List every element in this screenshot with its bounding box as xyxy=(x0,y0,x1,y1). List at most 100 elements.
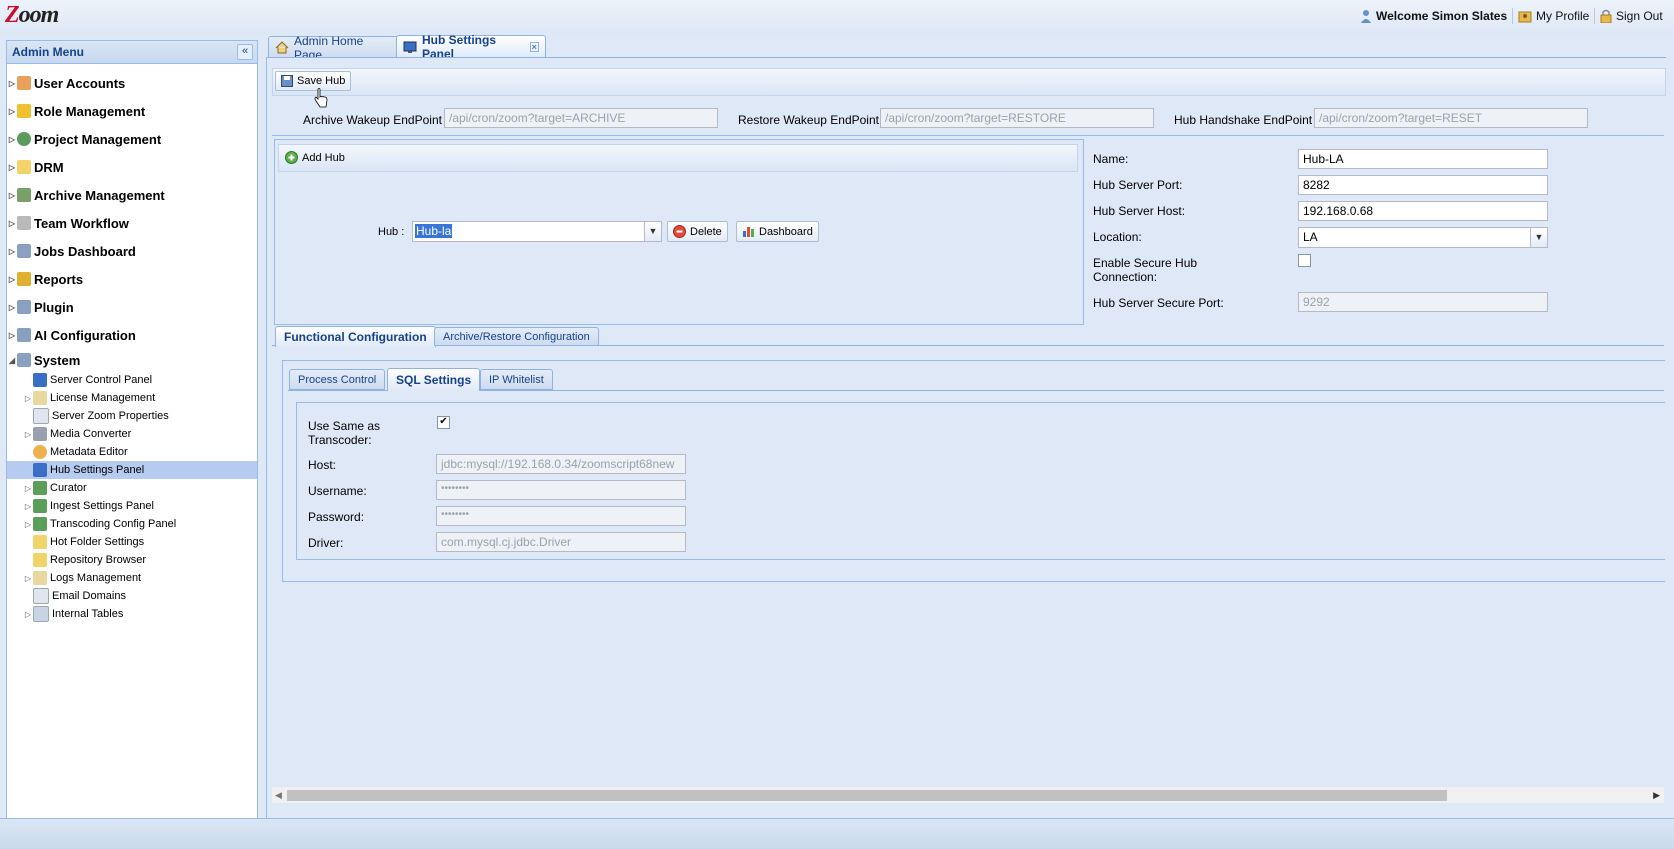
menu-label: Curator xyxy=(50,482,87,494)
tab-hub-settings-panel[interactable]: Hub Settings Panel × xyxy=(396,33,546,61)
expand-arrow-icon[interactable]: ▷ xyxy=(23,430,33,439)
close-icon[interactable]: × xyxy=(529,42,539,52)
tab-functional-configuration[interactable]: Functional Configuration xyxy=(275,326,436,347)
add-icon xyxy=(285,151,298,164)
horizontal-scrollbar[interactable]: ◀ ▶ xyxy=(272,787,1664,803)
pencil-icon xyxy=(33,391,47,405)
hub-host-label: Hub Server Host: xyxy=(1093,204,1186,218)
chevron-down-icon[interactable]: ▼ xyxy=(1530,228,1547,247)
menu-item-archive-management[interactable]: ▷ Archive Management xyxy=(7,181,257,209)
plugin-icon xyxy=(17,300,31,314)
expand-arrow-icon[interactable]: ▷ xyxy=(7,331,17,340)
expand-arrow-icon[interactable]: ▷ xyxy=(7,303,17,312)
secure-port-field[interactable]: 9292 xyxy=(1298,292,1548,312)
menu-item-ai-configuration[interactable]: ▷ AI Configuration xyxy=(7,321,257,349)
menu-item-hot-folder-settings[interactable]: Hot Folder Settings xyxy=(23,533,257,551)
add-hub-label: Add Hub xyxy=(302,151,345,164)
expand-arrow-icon[interactable]: ▷ xyxy=(23,394,33,403)
menu-item-transcoding-config-panel[interactable]: ▷ Transcoding Config Panel xyxy=(23,515,257,533)
sign-out-link[interactable]: Sign Out xyxy=(1600,9,1663,23)
folder-icon xyxy=(33,535,47,549)
sql-password-field[interactable]: •••••••• xyxy=(436,506,686,526)
hub-name-field[interactable]: Hub-LA xyxy=(1298,149,1548,169)
secure-connection-checkbox[interactable] xyxy=(1298,254,1311,267)
collapse-panel-button[interactable]: « xyxy=(237,44,253,60)
scroll-left-icon[interactable]: ◀ xyxy=(275,790,282,801)
document-icon xyxy=(33,588,49,604)
menu-item-server-control-panel[interactable]: Server Control Panel xyxy=(23,371,257,389)
tab-admin-home-page[interactable]: Admin Home Page xyxy=(268,34,400,62)
tab-ip-whitelist[interactable]: IP Whitelist xyxy=(480,369,553,390)
menu-item-internal-tables[interactable]: ▷ Internal Tables xyxy=(23,605,257,623)
globe-icon xyxy=(17,132,31,146)
dashboard-button[interactable]: Dashboard xyxy=(736,221,819,242)
sql-driver-field[interactable]: com.mysql.cj.jdbc.Driver xyxy=(436,532,686,552)
expand-arrow-icon[interactable]: ▷ xyxy=(7,247,17,256)
menu-item-media-converter[interactable]: ▷ Media Converter xyxy=(23,425,257,443)
menu-item-license-management[interactable]: ▷ License Management xyxy=(23,389,257,407)
expand-arrow-icon[interactable]: ▷ xyxy=(23,610,33,619)
hub-port-label: Hub Server Port: xyxy=(1093,178,1183,192)
menu-label: DRM xyxy=(34,159,64,175)
restore-endpoint-field[interactable]: /api/cron/zoom?target=RESTORE xyxy=(880,108,1154,128)
expand-arrow-icon[interactable]: ▷ xyxy=(7,163,17,172)
menu-item-ingest-settings-panel[interactable]: ▷ Ingest Settings Panel xyxy=(23,497,257,515)
expand-arrow-icon[interactable]: ▷ xyxy=(23,502,33,511)
menu-item-project-management[interactable]: ▷ Project Management xyxy=(7,125,257,153)
folder-icon xyxy=(33,553,47,567)
expand-arrow-icon[interactable]: ▷ xyxy=(7,219,17,228)
expand-arrow-icon[interactable]: ▷ xyxy=(7,79,17,88)
tab-sql-settings[interactable]: SQL Settings xyxy=(387,368,481,391)
menu-item-reports[interactable]: ▷ Reports xyxy=(7,265,257,293)
sql-host-field[interactable]: jdbc:mysql://192.168.0.34/zoomscript68ne… xyxy=(436,454,686,474)
delete-hub-button[interactable]: Delete xyxy=(667,221,728,242)
expand-arrow-icon[interactable]: ▷ xyxy=(23,574,33,583)
menu-item-drm[interactable]: ▷ DRM xyxy=(7,153,257,181)
menu-item-logs-management[interactable]: ▷ Logs Management xyxy=(23,569,257,587)
add-hub-button[interactable]: Add Hub xyxy=(285,151,345,164)
expand-arrow-icon[interactable]: ▷ xyxy=(7,135,17,144)
expand-arrow-icon[interactable]: ▷ xyxy=(23,484,33,493)
main-toolbar: Save Hub xyxy=(272,68,1666,96)
menu-label: Server Zoom Properties xyxy=(52,410,169,422)
menu-item-server-zoom-properties[interactable]: Server Zoom Properties xyxy=(23,407,257,425)
use-same-transcoder-checkbox[interactable]: ✔ xyxy=(437,416,450,429)
menu-item-curator[interactable]: ▷ Curator xyxy=(23,479,257,497)
menu-item-role-management[interactable]: ▷ Role Management xyxy=(7,97,257,125)
topnav-divider xyxy=(1594,8,1595,24)
menu-label: User Accounts xyxy=(34,75,126,91)
welcome-text: Welcome Simon Slates xyxy=(1376,9,1508,23)
menu-item-repository-browser[interactable]: Repository Browser xyxy=(23,551,257,569)
menu-label: AI Configuration xyxy=(34,327,136,343)
user-icon xyxy=(17,76,31,90)
my-profile-link[interactable]: My Profile xyxy=(1518,9,1589,23)
expand-arrow-icon[interactable]: ▷ xyxy=(7,107,17,116)
expand-arrow-icon[interactable]: ▷ xyxy=(7,275,17,284)
menu-item-system[interactable]: ◢ System xyxy=(7,349,257,371)
menu-item-plugin[interactable]: ▷ Plugin xyxy=(7,293,257,321)
menu-item-team-workflow[interactable]: ▷ Team Workflow xyxy=(7,209,257,237)
menu-item-jobs-dashboard[interactable]: ▷ Jobs Dashboard xyxy=(7,237,257,265)
scrollbar-thumb[interactable] xyxy=(287,790,1447,801)
hub-host-field[interactable]: 192.168.0.68 xyxy=(1298,201,1548,221)
tab-archive-restore-configuration[interactable]: Archive/Restore Configuration xyxy=(434,327,599,346)
tab-process-control[interactable]: Process Control xyxy=(289,369,386,390)
archive-endpoint-field[interactable]: /api/cron/zoom?target=ARCHIVE xyxy=(444,108,718,128)
menu-item-hub-settings-panel[interactable]: Hub Settings Panel xyxy=(7,461,257,479)
collapse-arrow-icon[interactable]: ◢ xyxy=(7,356,17,365)
expand-arrow-icon[interactable]: ▷ xyxy=(7,191,17,200)
handshake-endpoint-field[interactable]: /api/cron/zoom?target=RESET xyxy=(1314,108,1588,128)
scroll-right-icon[interactable]: ▶ xyxy=(1653,790,1660,801)
lock-icon xyxy=(1600,9,1612,23)
chevron-down-icon[interactable]: ▼ xyxy=(644,222,661,241)
home-icon xyxy=(275,41,289,54)
menu-item-email-domains[interactable]: Email Domains xyxy=(23,587,257,605)
menu-item-metadata-editor[interactable]: Metadata Editor xyxy=(23,443,257,461)
expand-arrow-icon[interactable]: ▷ xyxy=(23,520,33,529)
save-hub-label: Save Hub xyxy=(297,75,346,87)
location-select[interactable]: LA ▼ xyxy=(1298,227,1548,248)
menu-item-user-accounts[interactable]: ▷ User Accounts xyxy=(7,69,257,97)
hub-port-field[interactable]: 8282 xyxy=(1298,175,1548,195)
sql-username-field[interactable]: •••••••• xyxy=(436,480,686,500)
hub-select[interactable]: Hub-la ▼ xyxy=(412,221,662,242)
